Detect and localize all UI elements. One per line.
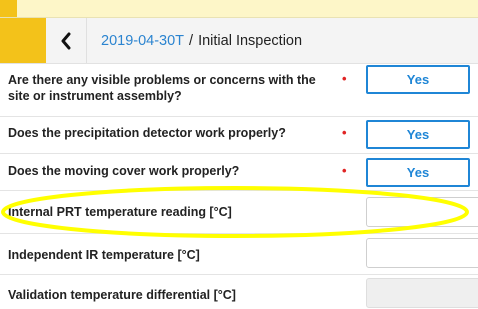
top-strip [0,0,478,18]
question-row-moving-cover: Does the moving cover work properly? • Y… [0,154,478,191]
chevron-left-icon [61,32,71,49]
back-button[interactable] [46,18,87,63]
field-row-prt-temperature: Internal PRT temperature reading [°C] [0,191,478,234]
breadcrumb-separator: / [189,32,194,49]
temperature-differential-input [366,278,478,308]
field-row-temperature-differential: Validation temperature differential [°C] [0,275,478,309]
breadcrumb-date-link[interactable]: 2019-04-30T [101,33,184,49]
field-label: Validation temperature differential [°C] [8,288,236,302]
question-label: Does the moving cover work properly? [8,164,240,178]
breadcrumb-current: Initial Inspection [198,32,303,49]
yes-button-moving-cover[interactable]: Yes [366,158,470,187]
prt-temperature-input[interactable] [366,197,478,227]
breadcrumb-accent [0,18,46,63]
question-row-site-problems: Are there any visible problems or concer… [0,64,478,117]
top-accent [0,0,17,17]
question-row-precip-detector: Does the precipitation detector work pro… [0,117,478,154]
yes-button-precip-detector[interactable]: Yes [366,120,470,149]
required-marker: • [342,125,347,140]
field-label: Independent IR temperature [°C] [8,248,200,262]
field-label: Internal PRT temperature reading [°C] [8,205,232,219]
question-label: Are there any visible problems or concer… [8,72,316,104]
question-label: Does the precipitation detector work pro… [8,126,286,140]
question-label-line2: site or instrument assembly? [8,89,182,103]
field-row-ir-temperature: Independent IR temperature [°C] [0,234,478,275]
yes-button-site-problems[interactable]: Yes [366,65,470,94]
required-marker: • [342,71,347,86]
breadcrumb: 2019-04-30T / Initial Inspection [0,18,478,64]
required-marker: • [342,163,347,178]
ir-temperature-input[interactable] [366,238,478,268]
breadcrumb-content: 2019-04-30T / Initial Inspection [46,18,478,63]
question-label-line1: Are there any visible problems or concer… [8,73,316,87]
